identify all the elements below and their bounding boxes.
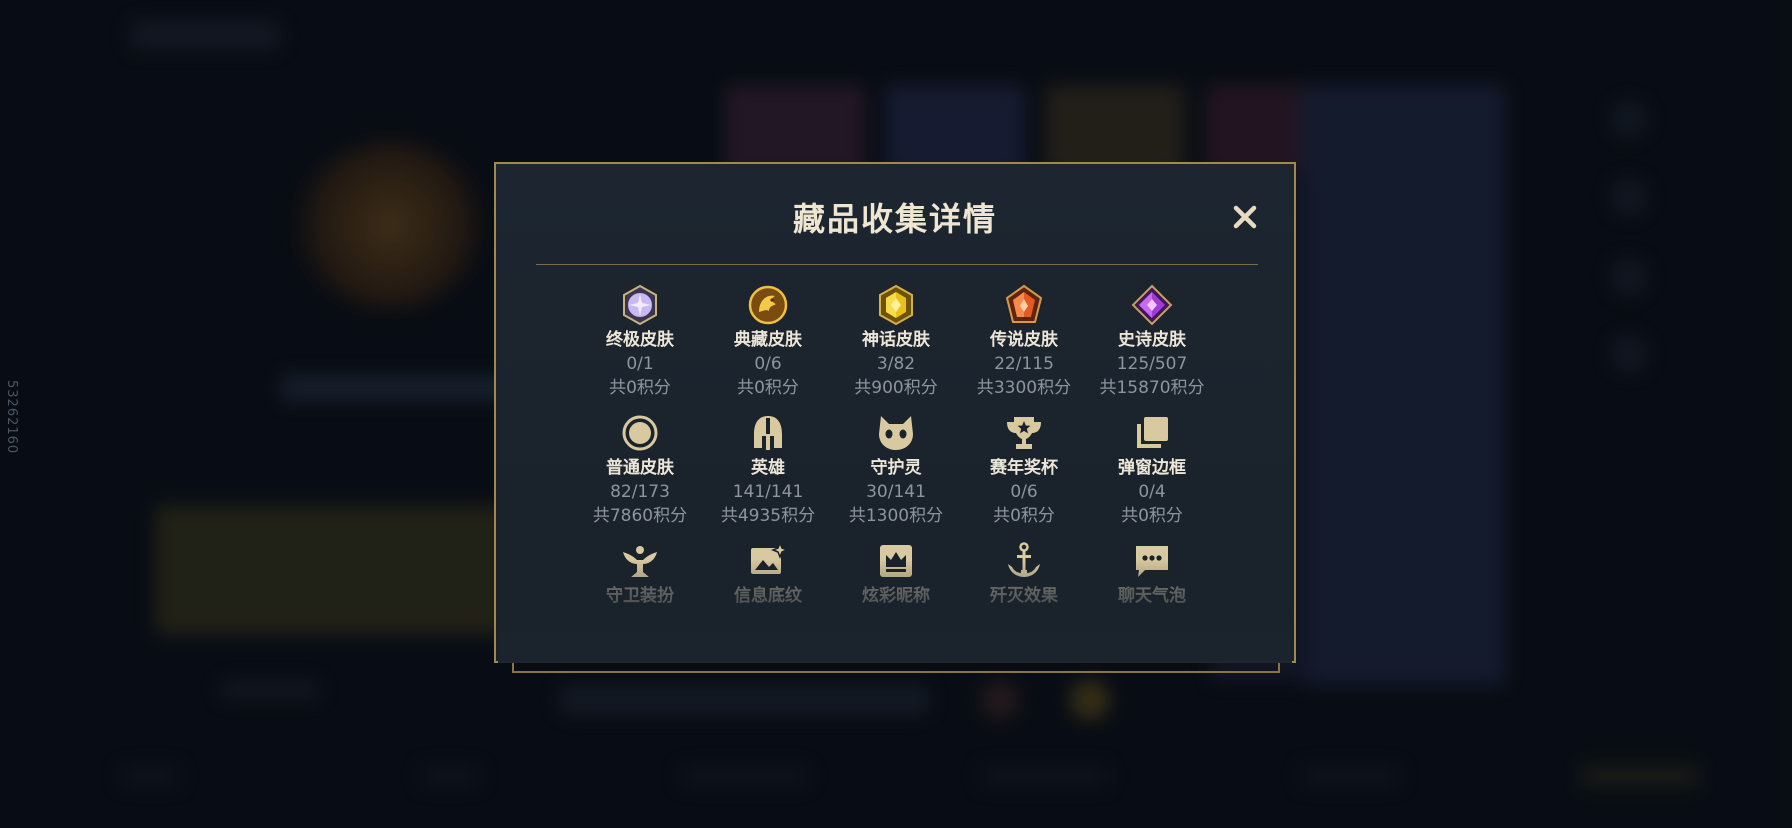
app-screen: 53262160 藏品收集详情 终极皮肤 0/1 共0积分 典藏皮肤 0/6 共… <box>0 0 1792 828</box>
crown-nameplate-icon <box>875 540 917 582</box>
standard-circle-icon <box>619 412 661 454</box>
item-points: 共0积分 <box>737 378 799 398</box>
chat-bubble-icon <box>1131 540 1173 582</box>
collection-item-popup-frame[interactable]: 弹窗边框 0/4 共0积分 <box>1088 412 1216 540</box>
title-divider <box>536 264 1258 265</box>
item-name: 神话皮肤 <box>862 330 930 350</box>
collection-item-legendary-skin[interactable]: 传说皮肤 22/115 共3300积分 <box>960 284 1088 412</box>
item-count: 3/82 <box>876 354 916 374</box>
champion-helmet-icon <box>747 412 789 454</box>
item-count: 125/507 <box>1116 354 1188 374</box>
close-icon <box>1233 205 1257 229</box>
banner-image-icon <box>747 540 789 582</box>
item-points: 共900积分 <box>854 378 938 398</box>
modal-title: 藏品收集详情 <box>792 200 997 238</box>
collection-item-info-banner[interactable]: 信息底纹 <box>704 540 832 668</box>
item-name: 信息底纹 <box>734 586 802 606</box>
item-points: 共1300积分 <box>848 506 944 526</box>
item-name: 歼灭效果 <box>990 586 1058 606</box>
item-name: 普通皮肤 <box>606 458 674 478</box>
close-button[interactable] <box>1228 200 1262 234</box>
collection-grid: 终极皮肤 0/1 共0积分 典藏皮肤 0/6 共0积分 神话皮肤 3/82 共9… <box>576 284 1216 668</box>
item-points: 共0积分 <box>609 378 671 398</box>
item-points: 共0积分 <box>993 506 1055 526</box>
item-count: 0/4 <box>1138 482 1166 502</box>
item-name: 守护灵 <box>870 458 922 478</box>
prestige-dragon-icon <box>747 284 789 326</box>
collection-item-annihilation-effect[interactable]: 歼灭效果 <box>960 540 1088 668</box>
collection-item-champion[interactable]: 英雄 141/141 共4935积分 <box>704 412 832 540</box>
item-name: 炫彩昵称 <box>862 586 930 606</box>
guardian-creature-icon <box>875 412 917 454</box>
item-name: 赛年奖杯 <box>990 458 1058 478</box>
ward-skin-icon <box>619 540 661 582</box>
collection-item-season-trophy[interactable]: 赛年奖杯 0/6 共0积分 <box>960 412 1088 540</box>
item-name: 史诗皮肤 <box>1118 330 1186 350</box>
collection-details-modal: 藏品收集详情 终极皮肤 0/1 共0积分 典藏皮肤 0/6 共0积分 神话皮肤 … <box>494 162 1296 663</box>
item-points: 共3300积分 <box>976 378 1072 398</box>
item-name: 传说皮肤 <box>990 330 1058 350</box>
collection-item-epic-skin[interactable]: 史诗皮肤 125/507 共15870积分 <box>1088 284 1216 412</box>
item-points: 共15870积分 <box>1099 378 1205 398</box>
anchor-icon <box>1003 540 1045 582</box>
collection-item-standard-skin[interactable]: 普通皮肤 82/173 共7860积分 <box>576 412 704 540</box>
collection-item-mythic-skin[interactable]: 神话皮肤 3/82 共900积分 <box>832 284 960 412</box>
collection-item-colorful-nickname[interactable]: 炫彩昵称 <box>832 540 960 668</box>
item-name: 弹窗边框 <box>1118 458 1186 478</box>
epic-gem-icon <box>1131 284 1173 326</box>
vertical-id-text: 53262160 <box>4 380 19 455</box>
collection-item-ultimate-skin[interactable]: 终极皮肤 0/1 共0积分 <box>576 284 704 412</box>
item-count: 30/141 <box>866 482 926 502</box>
collection-item-guardian[interactable]: 守护灵 30/141 共1300积分 <box>832 412 960 540</box>
item-count: 0/6 <box>754 354 782 374</box>
item-count: 0/6 <box>1010 482 1038 502</box>
collection-item-prestige-skin[interactable]: 典藏皮肤 0/6 共0积分 <box>704 284 832 412</box>
legendary-gem-icon <box>1003 284 1045 326</box>
mythic-gem-icon <box>875 284 917 326</box>
item-count: 22/115 <box>994 354 1054 374</box>
item-points: 共4935积分 <box>720 506 816 526</box>
item-name: 英雄 <box>751 458 785 478</box>
item-points: 共0积分 <box>1121 506 1183 526</box>
item-name: 守卫装扮 <box>606 586 674 606</box>
collection-item-chat-bubble[interactable]: 聊天气泡 <box>1088 540 1216 668</box>
item-count: 82/173 <box>610 482 670 502</box>
item-points: 共7860积分 <box>592 506 688 526</box>
trophy-icon <box>1003 412 1045 454</box>
frame-stack-icon <box>1131 412 1173 454</box>
item-name: 终极皮肤 <box>606 330 674 350</box>
item-count: 0/1 <box>626 354 654 374</box>
ultimate-gem-icon <box>619 284 661 326</box>
item-name: 典藏皮肤 <box>734 330 802 350</box>
item-name: 聊天气泡 <box>1118 586 1186 606</box>
collection-item-ward-skin[interactable]: 守卫装扮 <box>576 540 704 668</box>
item-count: 141/141 <box>732 482 804 502</box>
